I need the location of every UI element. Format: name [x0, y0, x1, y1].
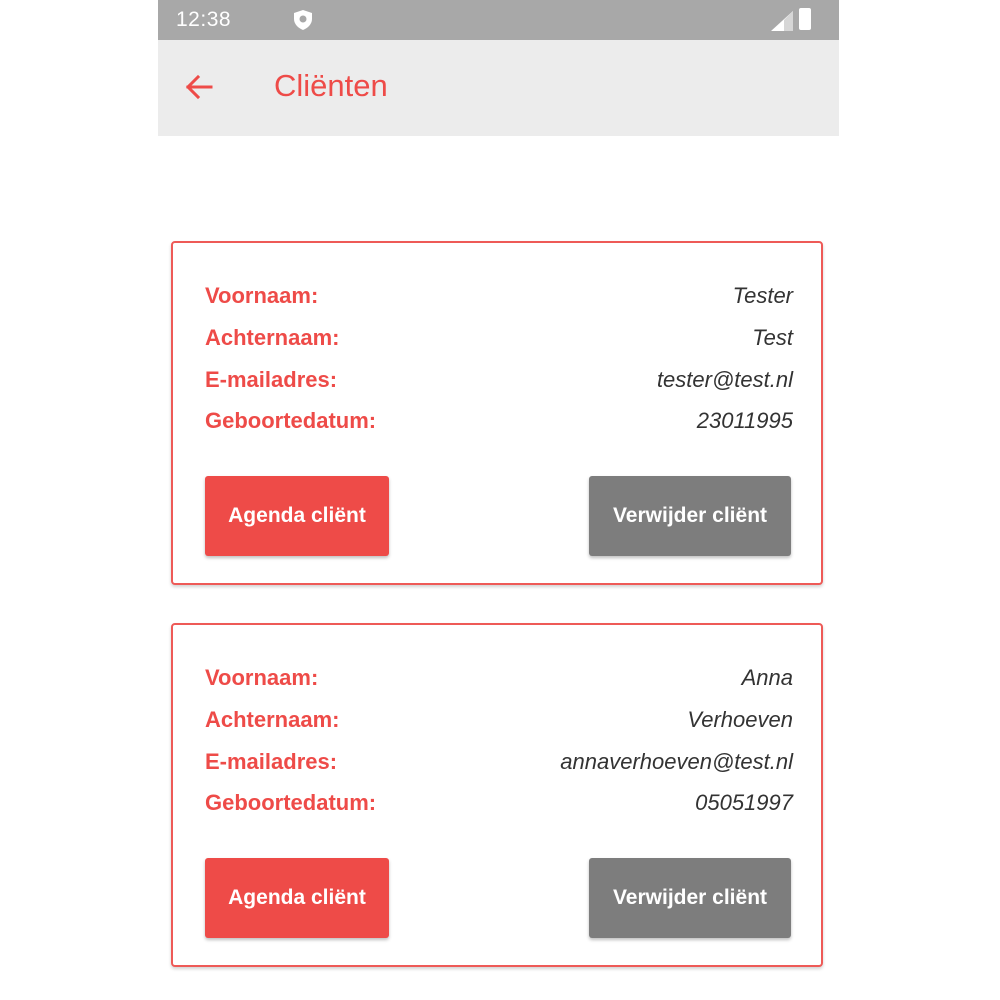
email-label: E-mailadres:	[205, 367, 338, 392]
first-name-label: Voornaam:	[205, 283, 319, 308]
email-label: E-mailadres:	[205, 749, 338, 774]
agenda-client-button[interactable]: Agenda cliënt	[205, 858, 389, 938]
birth-date-value: 05051997	[695, 790, 793, 815]
back-button[interactable]	[176, 64, 222, 110]
email-row: E-mailadres: tester@test.nl	[205, 367, 793, 401]
last-name-label: Achternaam:	[205, 707, 340, 732]
page-title: Cliënten	[274, 68, 388, 103]
birth-date-label: Geboortedatum:	[205, 790, 377, 815]
first-name-label: Voornaam:	[205, 665, 319, 690]
shield-icon	[294, 10, 312, 30]
client-card: Voornaam: Tester Achternaam: Test E-mail…	[171, 241, 823, 585]
birth-date-label: Geboortedatum:	[205, 408, 377, 433]
first-name-value: Anna	[741, 665, 793, 690]
phone-screen: 12:38 Cliënten Voornaam: Tester Achterna…	[158, 0, 839, 1000]
last-name-value: Test	[752, 325, 793, 350]
first-name-row: Voornaam: Tester	[205, 283, 793, 317]
birth-date-value: 23011995	[696, 408, 793, 433]
last-name-value: Verhoeven	[687, 707, 793, 732]
app-bar: Cliënten	[158, 40, 839, 136]
delete-client-button[interactable]: Verwijder cliënt	[589, 476, 791, 556]
email-row: E-mailadres: annaverhoeven@test.nl	[205, 749, 793, 783]
client-card: Voornaam: Anna Achternaam: Verhoeven E-m…	[171, 623, 823, 967]
last-name-row: Achternaam: Verhoeven	[205, 707, 793, 741]
first-name-row: Voornaam: Anna	[205, 665, 793, 699]
delete-client-button[interactable]: Verwijder cliënt	[589, 858, 791, 938]
battery-icon	[799, 8, 811, 30]
first-name-value: Tester	[732, 283, 793, 308]
last-name-row: Achternaam: Test	[205, 325, 793, 359]
email-value: tester@test.nl	[656, 367, 793, 392]
birth-date-row: Geboortedatum: 23011995	[205, 408, 793, 442]
birth-date-row: Geboortedatum: 05051997	[205, 790, 793, 824]
last-name-label: Achternaam:	[205, 325, 340, 350]
agenda-client-button[interactable]: Agenda cliënt	[205, 476, 389, 556]
email-value: annaverhoeven@test.nl	[560, 749, 793, 774]
status-bar: 12:38	[158, 0, 839, 40]
status-time: 12:38	[176, 8, 232, 31]
signal-icon	[771, 11, 793, 31]
